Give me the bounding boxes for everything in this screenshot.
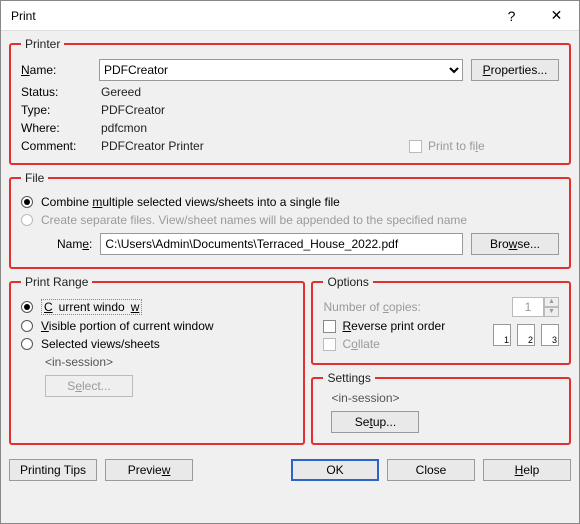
type-label: Type: [21,103,101,117]
range-in-session: <in-session> [45,355,293,369]
close-icon[interactable]: ✕ [534,1,579,31]
select-button: Select... [45,375,133,397]
separate-label: Create separate files. View/sheet names … [41,213,467,227]
range-legend: Print Range [21,275,92,289]
collate-label: Collate [342,337,379,351]
collate-icon-3: 3 [541,324,559,346]
visible-portion-radio[interactable] [21,320,33,332]
settings-legend: Settings [323,371,374,385]
print-to-file-checkbox[interactable]: Print to file [409,139,559,153]
reverse-checkbox[interactable]: Reverse print order [323,319,445,333]
collate-checkbox[interactable]: Collate [323,337,445,351]
collate-icons: 1 2 3 [493,324,559,346]
visible-portion-label: Visible portion of current window [41,319,214,333]
settings-in-session: <in-session> [331,391,559,405]
status-value: Gereed [101,85,409,99]
printer-group: Printer Name: PDFCreator Properties... S… [9,37,571,165]
print-range-group: Print Range Current window Visible porti… [9,275,305,445]
close-button[interactable]: Close [387,459,475,481]
copies-label: Number of copies: [323,300,504,314]
status-label: Status: [21,85,101,99]
options-group: Options Number of copies: ▲▼ Reverse pri… [311,275,571,365]
collate-icon-2: 2 [517,324,535,346]
spin-down-icon[interactable]: ▼ [544,307,559,317]
type-value: PDFCreator [101,103,409,117]
copies-value[interactable] [512,297,544,317]
titlebar: Print ? ✕ [1,1,579,31]
printer-name-label: Name: [21,63,91,77]
comment-value: PDFCreator Printer [101,139,409,153]
current-window-label: Current window [41,299,142,315]
combine-label: Combine multiple selected views/sheets i… [41,195,340,209]
printer-name-select[interactable]: PDFCreator [99,59,463,81]
separate-radio[interactable] [21,214,33,226]
options-legend: Options [323,275,372,289]
setup-button[interactable]: Setup... [331,411,419,433]
file-group: File Combine multiple selected views/she… [9,171,571,269]
printing-tips-button[interactable]: Printing Tips [9,459,97,481]
comment-label: Comment: [21,139,101,153]
file-name-input[interactable] [100,233,463,255]
selected-views-label: Selected views/sheets [41,337,160,351]
reverse-label: Reverse print order [342,319,445,333]
file-legend: File [21,171,48,185]
help-button[interactable]: Help [483,459,571,481]
collate-icon-1: 1 [493,324,511,346]
window-title: Print [11,9,489,23]
settings-group: Settings <in-session> Setup... [311,371,571,445]
copies-spinner[interactable]: ▲▼ [512,297,559,317]
help-icon[interactable]: ? [489,1,534,31]
properties-button[interactable]: Properties... [471,59,559,81]
file-name-label: Name: [57,237,92,251]
print-to-file-label: Print to file [428,139,485,153]
browse-button[interactable]: Browse... [471,233,559,255]
current-window-radio[interactable] [21,301,33,313]
combine-radio[interactable] [21,196,33,208]
selected-views-radio[interactable] [21,338,33,350]
spin-up-icon[interactable]: ▲ [544,297,559,307]
where-value: pdfcmon [101,121,409,135]
preview-button[interactable]: Preview [105,459,193,481]
ok-button[interactable]: OK [291,459,379,481]
printer-legend: Printer [21,37,64,51]
where-label: Where: [21,121,101,135]
footer: Printing Tips Preview OK Close Help [9,451,571,481]
